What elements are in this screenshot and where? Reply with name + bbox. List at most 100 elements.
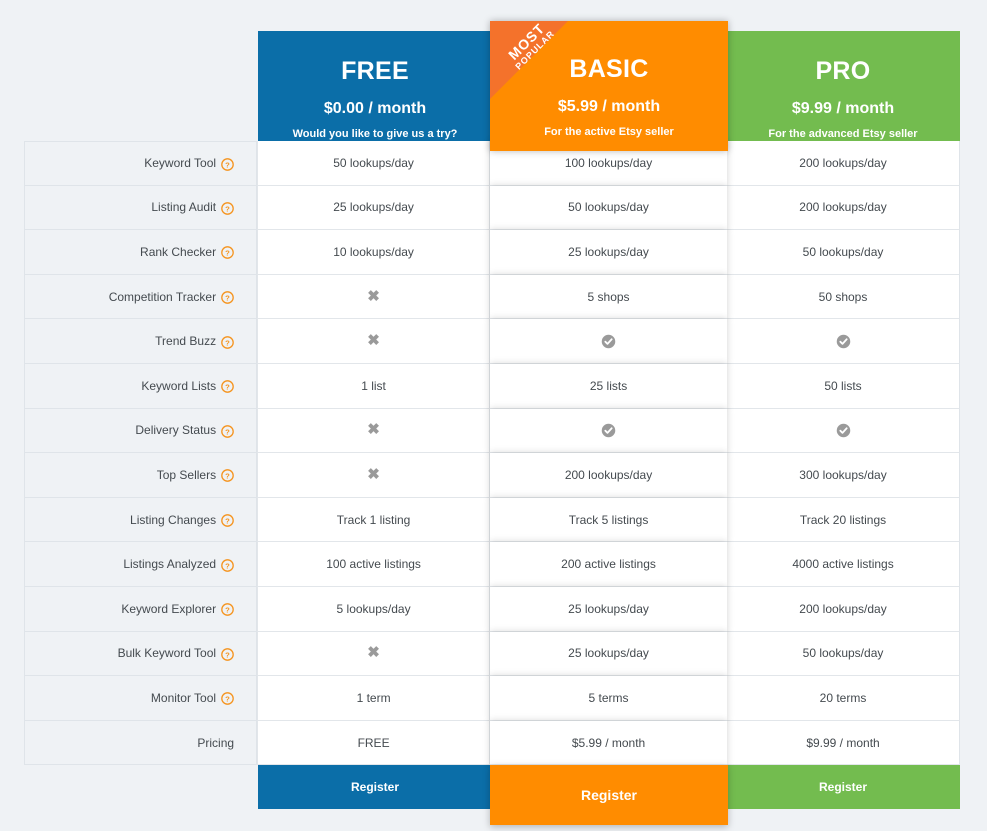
value-cell-basic: 25 lookups/day (490, 230, 728, 275)
table-row: Pricing FREE $5.99 / month $9.99 / month (24, 720, 960, 766)
help-circle-icon[interactable]: ? (221, 291, 234, 304)
value-cell-basic: 25 lookups/day (490, 586, 728, 632)
register-button-basic[interactable]: Register (490, 765, 728, 825)
feature-label-cell: Pricing (24, 720, 258, 766)
feature-label: Listing Changes (130, 512, 217, 527)
value-cell-pro (727, 408, 960, 454)
cell-value-text: FREE (357, 735, 390, 750)
svg-text:?: ? (225, 606, 230, 615)
cell-value-text: 50 lookups/day (333, 155, 414, 170)
cell-value-text: 50 lookups/day (802, 646, 884, 661)
help-circle-icon[interactable]: ? (221, 425, 234, 438)
table-row: Keyword Lists? 1 list 25 lists 50 lists (24, 363, 960, 409)
value-cell-pro: 200 lookups/day (727, 586, 960, 632)
check-circle-icon (836, 334, 851, 349)
feature-label-cell: Top Sellers? (24, 453, 258, 498)
plan-tagline-basic: For the active Etsy seller (544, 126, 674, 138)
help-circle-icon[interactable]: ? (221, 558, 234, 572)
help-circle-icon[interactable]: ? (221, 202, 234, 215)
value-cell-free: 25 lookups/day (257, 185, 491, 231)
cell-value-text: 25 lookups/day (568, 244, 649, 259)
table-row: Monitor Tool? 1 term 5 terms 20 terms (24, 676, 960, 721)
cell-value-text: 20 terms (819, 690, 867, 705)
value-cell-free: ✖ (257, 408, 491, 454)
cell-value-text: 200 lookups/day (799, 200, 887, 215)
value-cell-free: 5 lookups/day (257, 586, 491, 632)
feature-label-cell: Trend Buzz? (24, 319, 258, 364)
value-cell-pro: 50 shops (727, 274, 960, 320)
value-cell-basic: 5 terms (490, 676, 728, 721)
value-cell-free: 10 lookups/day (257, 230, 491, 275)
cell-value-text: 100 lookups/day (564, 155, 653, 170)
help-circle-icon[interactable]: ? (221, 469, 234, 483)
feature-label-cell: Monitor Tool? (24, 676, 258, 721)
table-row: Competition Tracker? ✖ 5 shops 50 shops (24, 274, 960, 320)
table-row: Listing Audit? 25 lookups/day 50 lookups/d… (24, 185, 960, 231)
table-row: Trend Buzz? ✖ (24, 319, 960, 364)
table-row: Listing Changes? Track 1 listing Track 5 l… (24, 497, 960, 543)
value-cell-basic (490, 319, 728, 364)
feature-label: Trend Buzz (155, 334, 217, 349)
plan-price-free: $0.00 / month (323, 100, 427, 117)
feature-label: Listing Audit (151, 200, 217, 215)
cell-value-text: 10 lookups/day (333, 244, 414, 259)
value-cell-pro (727, 319, 960, 364)
plan-tagline-free: Would you like to give us a try? (292, 128, 458, 140)
feature-label-cell: Keyword Explorer? (24, 586, 258, 632)
value-cell-free: ✖ (257, 453, 491, 498)
help-circle-icon[interactable]: ? (221, 603, 234, 617)
help-circle-icon[interactable]: ? (221, 514, 234, 527)
feature-label: Keyword Explorer (121, 601, 217, 616)
register-button-pro[interactable]: Register (726, 765, 960, 809)
feature-label: Delivery Status (135, 423, 217, 438)
check-circle-icon (601, 423, 616, 438)
cell-value-text: 50 lists (824, 378, 862, 393)
feature-label-cell: Rank Checker? (24, 230, 258, 275)
value-cell-basic: 5 shops (490, 274, 728, 320)
help-circle-icon[interactable]: ? (221, 380, 234, 394)
plan-name-basic: BASIC (569, 55, 649, 83)
help-circle-icon[interactable]: ? (221, 157, 234, 171)
value-cell-free: 1 list (257, 363, 491, 409)
value-cell-free: 1 term (257, 676, 491, 721)
cross-icon: ✖ (367, 465, 380, 483)
value-cell-free: 100 active listings (257, 542, 491, 587)
value-cell-basic: 200 active listings (490, 542, 728, 587)
value-cell-pro: 200 lookups/day (727, 185, 960, 231)
feature-label-cell: Listings Analyzed? (24, 542, 258, 587)
check-circle-icon (601, 334, 616, 349)
cross-icon: ✖ (367, 421, 380, 439)
value-cell-pro: 200 lookups/day (727, 141, 960, 186)
feature-label: Competition Tracker (108, 289, 217, 304)
cell-value-text: 25 lookups/day (333, 200, 414, 215)
feature-label: Rank Checker (140, 244, 217, 259)
value-cell-free: 50 lookups/day (257, 141, 491, 186)
help-circle-icon[interactable]: ? (221, 335, 234, 349)
help-circle-icon[interactable]: ? (221, 647, 234, 661)
cross-icon: ✖ (367, 644, 380, 662)
plan-name-pro: PRO (815, 57, 871, 85)
plan-header-free: FREE $0.00 / month Would you like to giv… (258, 31, 492, 141)
value-cell-basic: 200 lookups/day (490, 453, 728, 498)
table-row: Keyword Explorer? 5 lookups/day 25 lookups… (24, 586, 960, 632)
value-cell-free: ✖ (257, 274, 491, 320)
table-row: Bulk Keyword Tool? ✖ 25 lookups/day 50 look… (24, 631, 960, 677)
plan-price-basic: $5.99 / month (557, 98, 661, 115)
feature-label-cell: Competition Tracker? (24, 274, 258, 320)
plan-header-basic: MOST POPULAR BASIC $5.99 / month For the… (490, 21, 728, 151)
plan-header-pro: PRO $9.99 / month For the advanced Etsy … (726, 31, 960, 141)
table-row: Delivery Status? ✖ (24, 408, 960, 454)
cell-value-text: 25 lookups/day (568, 646, 649, 661)
value-cell-pro: 20 terms (727, 676, 960, 721)
pricing-comparison-table: FREE $0.00 / month Would you like to giv… (24, 12, 960, 825)
help-circle-icon[interactable]: ? (221, 246, 234, 260)
cell-value-text: 200 active listings (561, 557, 656, 572)
svg-text:?: ? (225, 160, 230, 169)
value-cell-basic: Track 5 listings (490, 497, 728, 543)
register-button-free[interactable]: Register (258, 765, 492, 809)
feature-label-cell: Listing Audit? (24, 185, 258, 231)
cell-value-text: 1 term (356, 690, 391, 705)
value-cell-pro: 4000 active listings (727, 542, 960, 587)
help-circle-icon[interactable]: ? (221, 692, 234, 706)
cell-value-text: 200 lookups/day (799, 155, 887, 170)
